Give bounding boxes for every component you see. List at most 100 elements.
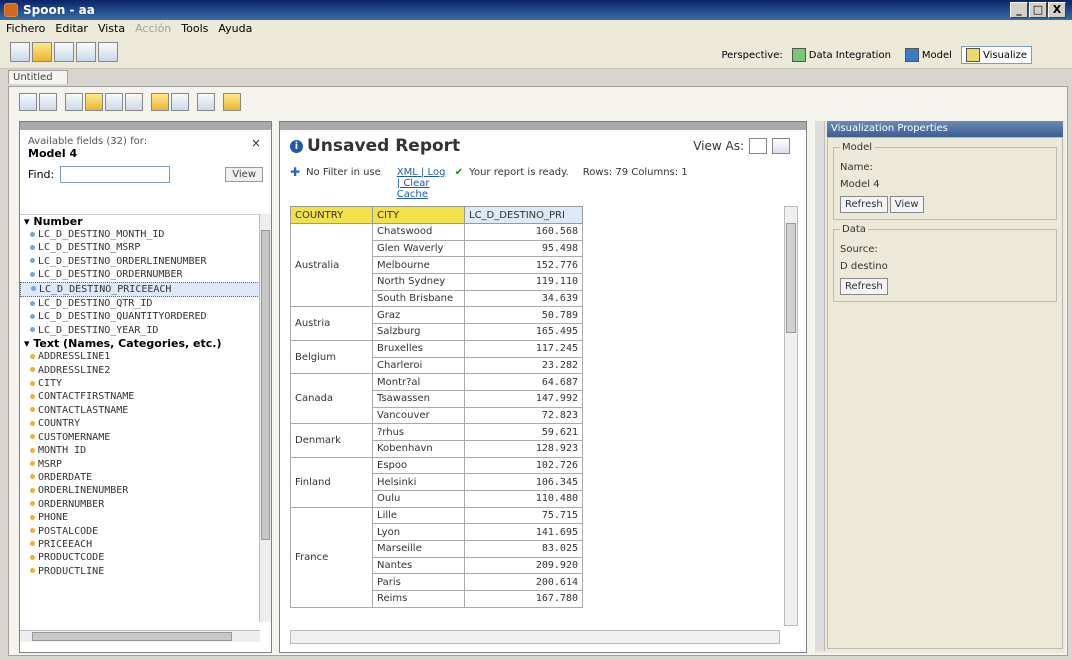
field-item[interactable]: COUNTRY <box>20 417 260 430</box>
field-item[interactable]: LC_D_DESTINO_YEAR_ID <box>20 324 260 337</box>
field-item[interactable]: PRODUCTCODE <box>20 551 260 564</box>
city-cell[interactable]: Reims <box>372 590 465 608</box>
city-cell[interactable]: Melbourne <box>372 256 465 275</box>
properties-panel-icon[interactable] <box>125 93 143 111</box>
menu-ayuda[interactable]: Ayuda <box>218 22 252 35</box>
field-item[interactable]: LC_D_DESTINO_ORDERNUMBER <box>20 268 260 281</box>
save-icon[interactable] <box>76 42 96 62</box>
group-text[interactable]: ▾ Text (Names, Categories, etc.) <box>20 337 260 350</box>
value-cell[interactable]: 167.780 <box>464 590 583 608</box>
redo-icon[interactable] <box>39 93 57 111</box>
city-cell[interactable]: Lille <box>372 506 465 525</box>
chart-view-icon[interactable] <box>772 138 790 154</box>
new-file-icon[interactable] <box>10 42 30 62</box>
value-cell[interactable]: 83.025 <box>464 540 583 558</box>
field-item[interactable]: LC_D_DESTINO_PRICEEACH <box>20 281 260 298</box>
view-dropdown[interactable]: View <box>225 167 263 182</box>
field-item[interactable]: CONTACTLASTNAME <box>20 404 260 417</box>
menu-fichero[interactable]: Fichero <box>6 22 45 35</box>
city-cell[interactable]: Montr?al <box>372 373 465 391</box>
open-folder-icon[interactable] <box>32 42 52 62</box>
header-measure[interactable]: LC_D_DESTINO_PRI <box>464 206 583 224</box>
value-cell[interactable]: 72.823 <box>464 406 583 425</box>
header-city[interactable]: CITY <box>372 206 465 224</box>
model-view-button[interactable]: View <box>889 196 924 213</box>
city-cell[interactable]: Bruxelles <box>372 339 465 358</box>
data-refresh-button[interactable]: Refresh <box>840 278 888 295</box>
maximize-button[interactable]: □ <box>1029 2 1047 18</box>
field-list-hscrollbar[interactable] <box>20 630 260 642</box>
field-item[interactable]: LC_D_DESTINO_MONTH_ID <box>20 228 260 241</box>
layout-panel-icon[interactable] <box>105 93 123 111</box>
perspective-model[interactable]: Model <box>900 46 957 64</box>
header-country[interactable]: COUNTRY <box>290 206 373 224</box>
field-item[interactable]: ORDERLINENUMBER <box>20 484 260 497</box>
city-cell[interactable]: Chatswood <box>372 223 465 241</box>
find-input[interactable] <box>60 166 171 183</box>
value-cell[interactable]: 34.639 <box>464 289 583 308</box>
value-cell[interactable]: 165.495 <box>464 323 583 341</box>
field-item[interactable]: PRODUCTLINE <box>20 565 260 578</box>
value-cell[interactable]: 117.245 <box>464 339 583 358</box>
field-item[interactable]: LC_D_DESTINO_QUANTITYORDERED <box>20 310 260 323</box>
value-cell[interactable]: 200.614 <box>464 573 583 592</box>
field-list-icon[interactable] <box>65 93 83 111</box>
country-cell[interactable]: Belgium <box>290 339 373 375</box>
perspective-data-integration[interactable]: Data Integration <box>787 46 896 64</box>
city-cell[interactable]: North Sydney <box>372 273 465 291</box>
city-cell[interactable]: Lyon <box>372 523 465 542</box>
value-cell[interactable]: 141.695 <box>464 523 583 542</box>
country-cell[interactable]: Austria <box>290 306 373 341</box>
country-cell[interactable]: Finland <box>290 456 373 508</box>
value-cell[interactable]: 119.110 <box>464 273 583 291</box>
add-filter-icon[interactable]: ✚ <box>290 166 300 178</box>
close-button[interactable]: X <box>1048 2 1066 18</box>
table-view-icon[interactable] <box>749 138 767 154</box>
country-cell[interactable]: Denmark <box>290 423 373 458</box>
value-cell[interactable]: 160.568 <box>464 223 583 241</box>
country-cell[interactable]: Australia <box>290 222 373 308</box>
close-panel-icon[interactable]: × <box>251 136 261 150</box>
undo-icon[interactable] <box>19 93 37 111</box>
minimize-button[interactable]: _ <box>1010 2 1028 18</box>
city-cell[interactable]: ?rhus <box>372 423 465 441</box>
field-item[interactable]: MSRP <box>20 458 260 471</box>
field-item[interactable]: LC_D_DESTINO_MSRP <box>20 241 260 254</box>
field-item[interactable]: PRICEEACH <box>20 538 260 551</box>
field-list-vscrollbar[interactable] <box>259 214 271 622</box>
city-cell[interactable]: Tsawassen <box>372 389 465 408</box>
value-cell[interactable]: 106.345 <box>464 473 583 491</box>
value-cell[interactable]: 147.992 <box>464 389 583 408</box>
menu-vista[interactable]: Vista <box>98 22 125 35</box>
field-item[interactable]: PHONE <box>20 511 260 524</box>
value-cell[interactable]: 23.282 <box>464 356 583 375</box>
city-cell[interactable]: Helsinki <box>372 473 465 491</box>
perspective-visualize[interactable]: Visualize <box>960 46 1032 64</box>
value-cell[interactable]: 64.687 <box>464 373 583 391</box>
value-cell[interactable]: 110.480 <box>464 490 583 508</box>
field-item[interactable]: ADDRESSLINE1 <box>20 350 260 363</box>
city-cell[interactable]: Glen Waverly <box>372 239 465 258</box>
properties-sash[interactable] <box>815 121 825 651</box>
sort-icon[interactable] <box>151 93 169 111</box>
value-cell[interactable]: 75.715 <box>464 506 583 525</box>
info-icon[interactable]: i <box>290 139 303 153</box>
field-item[interactable]: LC_D_DESTINO_QTR_ID <box>20 297 260 310</box>
save-as-icon[interactable] <box>98 42 118 62</box>
field-item[interactable]: ADDRESSLINE2 <box>20 364 260 377</box>
field-item[interactable]: ORDERNUMBER <box>20 498 260 511</box>
city-cell[interactable]: Charleroi <box>372 356 465 375</box>
value-cell[interactable]: 209.920 <box>464 556 583 575</box>
city-cell[interactable]: Nantes <box>372 556 465 575</box>
menu-tools[interactable]: Tools <box>181 22 208 35</box>
group-number[interactable]: ▾ Number <box>20 215 260 228</box>
swap-axes-icon[interactable] <box>171 93 189 111</box>
value-cell[interactable]: 50.789 <box>464 306 583 325</box>
city-cell[interactable]: Paris <box>372 573 465 592</box>
country-cell[interactable]: Canada <box>290 373 373 425</box>
country-cell[interactable]: France <box>290 506 373 608</box>
city-cell[interactable]: Espoo <box>372 456 465 475</box>
city-cell[interactable]: Marseille <box>372 540 465 558</box>
explore-repository-icon[interactable] <box>54 42 74 62</box>
city-cell[interactable]: Graz <box>372 306 465 325</box>
